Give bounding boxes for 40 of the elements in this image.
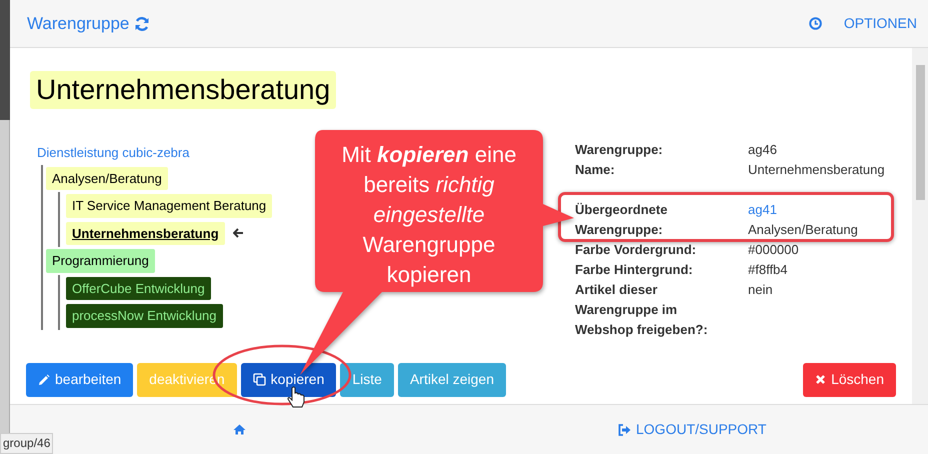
action-button[interactable]: kopieren [240,362,336,396]
page-heading: Unternehmensberatung [30,71,336,109]
tree-item[interactable]: OfferCube Entwicklung [66,276,211,300]
status-url-tooltip: group/46 [0,433,54,454]
scrollbar[interactable] [912,48,928,404]
tree-item[interactable]: processNow Entwicklung [66,304,223,328]
tree-item[interactable]: Unternehmensberatung [66,222,225,245]
tree-item[interactable]: Programmierung [46,249,155,272]
detail-label: Farbe Hintergrund: [575,261,694,279]
left-arrow-icon [232,228,244,238]
detail-label: Artikel dieser Warengruppe im Webshop freigeben?: [575,281,709,339]
action-button[interactable]: bearbeiten [26,362,134,396]
detail-label: Übergeordnete Warengruppe: [575,201,668,239]
detail-label: Farbe Vordergrund: [575,241,698,259]
detail-value: ag46 [748,141,777,159]
pencil-icon [38,374,50,386]
callout-text: Mit kopieren eine bereits richtig eingestellte Warengruppe kopieren [340,141,518,289]
refresh-icon[interactable] [134,16,150,32]
logout-link[interactable]: LOGOUT/SUPPORT [636,419,766,440]
logout-icon[interactable] [618,424,631,436]
detail-value: #f8ffb4 [748,261,788,279]
options-link[interactable]: OPTIONEN [844,13,917,34]
detail-label: Name: [575,161,616,179]
parent-group-link[interactable]: ag41 [748,200,858,220]
clock-icon[interactable] [808,17,822,30]
detail-label: Warengruppe: [575,141,664,159]
detail-value: Analysen/Beratung [748,221,858,239]
detail-value: #000000 [748,241,799,259]
detail-value: nein [748,281,773,299]
copy-icon [252,373,266,386]
page-title: Warengruppe [27,12,130,35]
close-icon [815,374,826,385]
action-button[interactable]: Artikel zeigen [398,362,506,396]
tree-item[interactable]: Analysen/Beratung [46,166,168,190]
delete-button[interactable]: Löschen [803,362,896,396]
action-button[interactable]: Liste [340,362,394,396]
tree-item[interactable]: IT Service Management Beratung [66,194,272,218]
tree-root-link[interactable]: Dienstleistung cubic-zebra [37,143,190,162]
detail-value: Unternehmensberatung [748,161,885,179]
home-icon[interactable] [233,424,246,435]
